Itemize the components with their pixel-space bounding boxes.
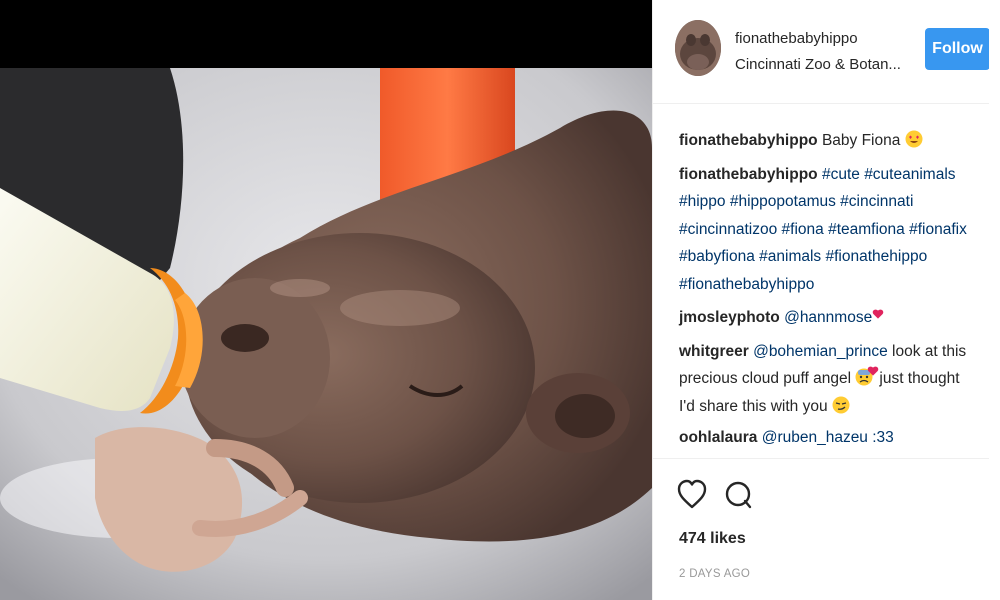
hashtag-link[interactable]: #hippopotamus: [730, 193, 836, 210]
post-header: fionathebabyhippo Cincinnati Zoo & Botan…: [653, 0, 990, 104]
heart-emoji-icon: [868, 366, 879, 376]
comment-bubble-icon[interactable]: [723, 479, 753, 511]
like-count[interactable]: 474 likes: [679, 530, 746, 548]
smirk-emoji-icon: [832, 396, 850, 413]
post-location[interactable]: Cincinnati Zoo & Botan...: [735, 56, 901, 73]
hashtag-link[interactable]: #cincinnatizoo: [679, 221, 777, 238]
post-sidebar: fionathebabyhippo Cincinnati Zoo & Botan…: [652, 0, 1000, 600]
avatar[interactable]: [675, 20, 721, 76]
hashtag-link[interactable]: #fionathehippo: [826, 248, 928, 265]
hashtag-link[interactable]: #animals: [759, 248, 821, 265]
mention-link[interactable]: @hannmose: [784, 309, 872, 326]
hashtag-link[interactable]: #hippo: [679, 193, 726, 210]
comment-item: fionathebabyhippo #cute #cuteanimals #hi…: [679, 161, 979, 299]
mention-link[interactable]: @bohemian_prince: [753, 343, 888, 360]
hashtag-link[interactable]: #fiona: [782, 221, 824, 238]
hashtag-link[interactable]: #cute: [822, 166, 860, 183]
comment-item: whitgreer @bohemian_prince look at this …: [679, 338, 979, 421]
hashtag-link[interactable]: #cuteanimals: [864, 166, 955, 183]
post-username[interactable]: fionathebabyhippo: [735, 30, 858, 47]
baby-hippo-bottle-feeding-image: [0, 68, 652, 600]
comment-username[interactable]: whitgreer: [679, 343, 749, 360]
comment-username[interactable]: fionathebabyhippo: [679, 132, 818, 149]
hashtag-link[interactable]: #teamfiona: [828, 221, 905, 238]
comment-item: fionathebabyhippo Baby Fiona: [679, 127, 979, 155]
hashtag-link[interactable]: #cincinnati: [840, 193, 913, 210]
comment-username[interactable]: oohlalaura: [679, 429, 757, 446]
post-photo[interactable]: [0, 0, 652, 600]
heart-eyes-emoji-icon: [905, 130, 923, 148]
scrollbar[interactable]: [989, 0, 1000, 600]
hashtag-link[interactable]: #fionafix: [909, 221, 967, 238]
comment-item: jmosleyphoto @hannmose: [679, 304, 979, 332]
comment-username[interactable]: fionathebabyhippo: [679, 166, 818, 183]
comment-text: Baby Fiona: [821, 132, 901, 149]
hippo-avatar-icon: [675, 20, 721, 76]
hashtag-link[interactable]: #babyfiona: [679, 248, 755, 265]
follow-button[interactable]: Follow: [925, 28, 990, 70]
heart-emoji-icon: [872, 309, 884, 319]
post-date[interactable]: 2 DAYS AGO: [679, 568, 750, 580]
hashtag-link[interactable]: #fionathebabyhippo: [679, 276, 814, 293]
comment-username[interactable]: jmosleyphoto: [679, 309, 780, 326]
comment-item: oohlalaura @ruben_hazeu :33: [679, 424, 979, 452]
comment-text: @ruben_hazeu :33: [761, 429, 894, 446]
heart-outline-icon[interactable]: [677, 479, 707, 511]
comment-list[interactable]: fionathebabyhippo Baby Fiona fionathebab…: [653, 105, 989, 455]
